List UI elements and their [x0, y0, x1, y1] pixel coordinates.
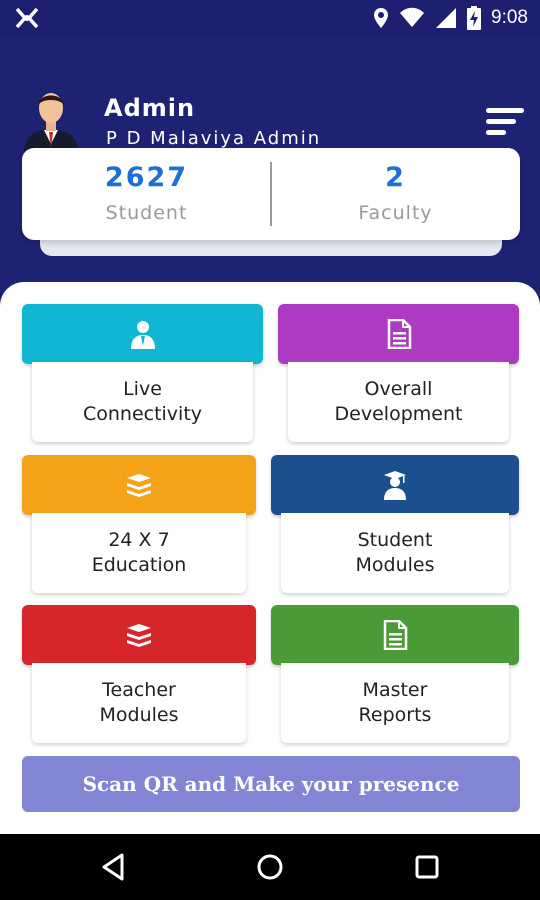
faculty-count-label: Faculty — [358, 202, 433, 224]
tile-label: Overall Development — [334, 378, 463, 425]
tile-body: Overall Development — [288, 362, 509, 442]
tile-24x7-education[interactable]: 24 X 7 Education — [22, 455, 256, 595]
status-bar: 9:08 — [0, 0, 540, 36]
home-icon[interactable] — [255, 852, 285, 882]
menu-icon[interactable] — [486, 106, 526, 138]
recent-apps-icon[interactable] — [412, 852, 442, 882]
admin-name: Admin — [104, 94, 196, 122]
tile-label: 24 X 7 Education — [91, 529, 187, 576]
tile-header — [22, 304, 263, 364]
admin-subtitle: P D Malaviya Admin — [106, 128, 322, 149]
tile-label: Master Reports — [358, 679, 432, 726]
scan-qr-label: Scan QR and Make your presence — [82, 772, 460, 796]
system-nav-bar — [0, 834, 540, 900]
tile-body: Live Connectivity — [32, 362, 253, 442]
document-icon — [387, 319, 411, 349]
user-tie-icon — [130, 321, 155, 349]
tile-label: Live Connectivity — [82, 378, 203, 425]
tile-live-connectivity[interactable]: Live Connectivity — [22, 304, 263, 444]
battery-charging-icon — [467, 6, 482, 30]
tile-master-reports[interactable]: Master Reports — [271, 605, 519, 745]
faculty-count-value: 2 — [385, 162, 406, 193]
faculty-count[interactable]: 2 Faculty — [271, 148, 520, 240]
tile-body: Teacher Modules — [32, 663, 246, 743]
tile-label: Student Modules — [355, 529, 435, 576]
app-logo-icon — [15, 7, 39, 29]
tile-header — [271, 605, 519, 665]
tile-header — [271, 455, 519, 515]
tile-overall-development[interactable]: Overall Development — [278, 304, 519, 444]
signal-icon — [436, 8, 457, 28]
admin-avatar — [24, 93, 78, 154]
stats-card: 2627 Student 2 Faculty — [22, 148, 520, 240]
student-count[interactable]: 2627 Student — [22, 148, 271, 240]
graduate-icon — [384, 471, 406, 500]
tile-body: 24 X 7 Education — [32, 513, 246, 593]
tile-label: Teacher Modules — [99, 679, 179, 726]
student-count-label: Student — [105, 202, 188, 224]
wifi-icon — [400, 7, 425, 27]
tile-header — [22, 605, 256, 665]
tile-student-modules[interactable]: Student Modules — [271, 455, 519, 595]
status-time: 9:08 — [491, 7, 528, 28]
books-stack-icon — [127, 474, 151, 497]
books-stack-icon — [127, 624, 151, 647]
tile-body: Student Modules — [281, 513, 509, 593]
tile-header — [22, 455, 256, 515]
scan-qr-button[interactable]: Scan QR and Make your presence — [22, 756, 520, 812]
document-icon — [383, 620, 408, 650]
tile-body: Master Reports — [281, 663, 509, 743]
location-icon — [374, 8, 389, 28]
tile-header — [278, 304, 519, 364]
tile-teacher-modules[interactable]: Teacher Modules — [22, 605, 256, 745]
student-count-value: 2627 — [104, 162, 189, 193]
back-icon[interactable] — [98, 852, 128, 882]
